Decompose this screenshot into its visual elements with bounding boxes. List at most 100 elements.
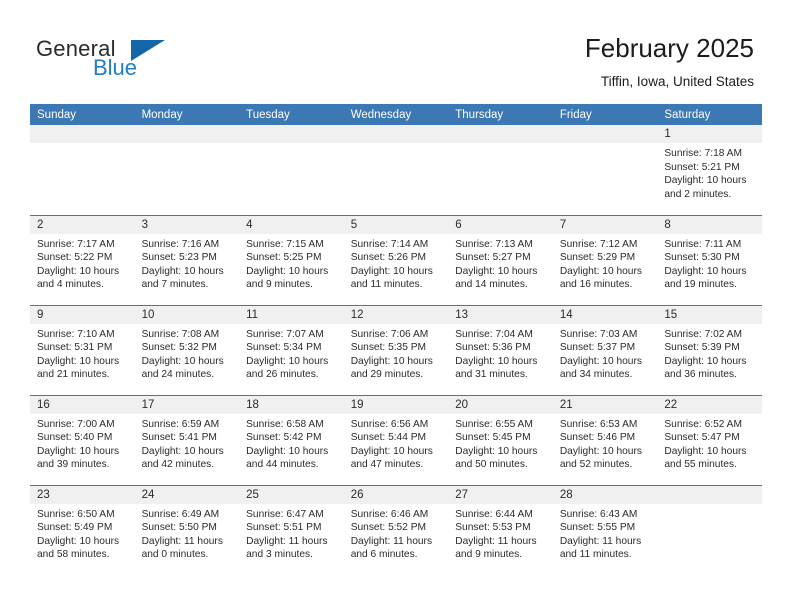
day-number [552, 125, 658, 143]
day-number: 8 [657, 215, 762, 234]
sunset-text: Sunset: 5:45 PM [455, 432, 531, 444]
day-number: 16 [30, 395, 135, 414]
daylight-text-line1: Daylight: 10 hours [455, 265, 538, 277]
day-number: 5 [343, 215, 449, 234]
day-details: Sunrise: 7:07 AM Sunset: 5:34 PM Daylight:… [239, 324, 344, 382]
calendar-day-cell-empty [30, 125, 135, 215]
calendar-week-row: 1 Sunrise: 7:18 AM Sunset: 5:21 PM Daylight… [30, 125, 762, 215]
daylight-text-line2: and 55 minutes. [664, 459, 737, 471]
calendar-day-cell[interactable]: 8 Sunrise: 7:11 AM Sunset: 5:30 PM Daylight… [657, 214, 762, 305]
day-number: 7 [552, 215, 658, 234]
daylight-text-line1: Daylight: 10 hours [664, 445, 747, 457]
calendar-day-cell[interactable]: 1 Sunrise: 7:18 AM Sunset: 5:21 PM Daylight… [657, 125, 762, 215]
calendar-day-cell-empty [657, 484, 762, 575]
sunset-text: Sunset: 5:34 PM [246, 342, 322, 354]
title-block: February 2025 Tiffin, Iowa, United State… [585, 32, 754, 90]
sunset-text: Sunset: 5:26 PM [350, 252, 427, 264]
calendar-day-cell[interactable]: 5 Sunrise: 7:14 AM Sunset: 5:26 PM Daylight… [343, 214, 449, 305]
daylight-text-line2: and 26 minutes. [246, 369, 319, 381]
page-subtitle: Tiffin, Iowa, United States [600, 74, 754, 89]
daylight-text-line2: and 16 minutes. [559, 279, 633, 291]
day-number: 25 [239, 485, 344, 504]
daylight-text-line1: Daylight: 11 hours [559, 535, 642, 547]
daylight-text-line1: Daylight: 10 hours [350, 355, 433, 367]
daylight-text-line2: and 50 minutes. [455, 459, 528, 471]
calendar-day-cell[interactable]: 7 Sunrise: 7:12 AM Sunset: 5:29 PM Daylight… [552, 214, 658, 305]
calendar-day-cell[interactable]: 25 Sunrise: 6:47 AM Sunset: 5:51 PM Dayligh… [239, 484, 344, 575]
day-details: Sunrise: 6:52 AM Sunset: 5:47 PM Daylight:… [657, 414, 762, 472]
daylight-text-line1: Daylight: 10 hours [37, 265, 120, 277]
daylight-text-line2: and 0 minutes. [141, 549, 209, 561]
calendar-day-cell-empty [448, 125, 553, 215]
day-number: 14 [552, 305, 658, 324]
sunset-text: Sunset: 5:37 PM [559, 342, 636, 354]
calendar-day-cell[interactable]: 9 Sunrise: 7:10 AM Sunset: 5:31 PM Daylight… [30, 304, 135, 395]
calendar-day-cell[interactable]: 16 Sunrise: 7:00 AM Sunset: 5:40 PM Dayligh… [30, 394, 135, 485]
calendar-day-cell[interactable]: 19 Sunrise: 6:56 AM Sunset: 5:44 PM Dayligh… [343, 394, 449, 485]
sunrise-text: Sunrise: 7:14 AM [350, 238, 429, 250]
calendar-day-cell[interactable]: 22 Sunrise: 6:52 AM Sunset: 5:47 PM Dayligh… [657, 394, 762, 485]
calendar-page: General Blue February 2025 Tiffin, Iowa,… [0, 0, 792, 612]
day-details: Sunrise: 6:50 AM Sunset: 5:49 PM Daylight:… [30, 504, 135, 562]
daylight-text-line1: Daylight: 10 hours [246, 265, 329, 277]
day-details: Sunrise: 7:15 AM Sunset: 5:25 PM Daylight:… [239, 234, 344, 292]
calendar-day-cell[interactable]: 6 Sunrise: 7:13 AM Sunset: 5:27 PM Daylight… [448, 214, 553, 305]
calendar-day-cell[interactable]: 17 Sunrise: 6:59 AM Sunset: 5:41 PM Dayligh… [134, 394, 240, 485]
calendar-day-cell[interactable]: 26 Sunrise: 6:46 AM Sunset: 5:52 PM Dayligh… [343, 484, 449, 575]
calendar-day-cell[interactable]: 18 Sunrise: 6:58 AM Sunset: 5:42 PM Dayligh… [239, 394, 344, 485]
calendar-day-cell[interactable]: 21 Sunrise: 6:53 AM Sunset: 5:46 PM Dayligh… [552, 394, 658, 485]
day-details: Sunrise: 7:12 AM Sunset: 5:29 PM Daylight:… [553, 234, 658, 292]
sunrise-text: Sunrise: 6:49 AM [141, 508, 220, 520]
sunrise-text: Sunrise: 7:03 AM [559, 328, 638, 340]
calendar-day-cell[interactable]: 27 Sunrise: 6:44 AM Sunset: 5:53 PM Dayligh… [448, 484, 553, 575]
weekday-header-wednesday: Wednesday [350, 108, 412, 121]
weekday-header-sunday: Sunday [37, 108, 77, 121]
daylight-text-line1: Daylight: 10 hours [350, 445, 433, 457]
day-number: 18 [239, 395, 344, 414]
calendar-day-cell[interactable]: 13 Sunrise: 7:04 AM Sunset: 5:36 PM Dayligh… [448, 304, 553, 395]
day-number: 23 [30, 485, 135, 504]
logo-text-blue: Blue [93, 55, 138, 80]
daylight-text-line1: Daylight: 11 hours [350, 535, 433, 547]
daylight-text-line2: and 11 minutes. [350, 279, 423, 291]
day-number: 6 [448, 215, 553, 234]
day-number: 1 [657, 125, 762, 143]
sunset-text: Sunset: 5:40 PM [37, 432, 113, 444]
page-header: General Blue February 2025 Tiffin, Iowa,… [0, 0, 792, 104]
calendar-day-cell[interactable]: 3 Sunrise: 7:16 AM Sunset: 5:23 PM Daylight… [134, 214, 240, 305]
calendar-day-cell[interactable]: 20 Sunrise: 6:55 AM Sunset: 5:45 PM Dayligh… [448, 394, 553, 485]
daylight-text-line1: Daylight: 10 hours [37, 355, 120, 367]
day-details: Sunrise: 7:03 AM Sunset: 5:37 PM Daylight:… [553, 324, 658, 382]
day-details: Sunrise: 7:10 AM Sunset: 5:31 PM Daylight:… [30, 324, 135, 382]
calendar-day-cell[interactable]: 4 Sunrise: 7:15 AM Sunset: 5:25 PM Daylight… [239, 214, 344, 305]
day-number: 15 [657, 305, 762, 324]
calendar-day-cell-empty [552, 125, 658, 215]
calendar-week-row: 9 Sunrise: 7:10 AM Sunset: 5:31 PM Daylight… [30, 304, 762, 395]
calendar-day-cell[interactable]: 24 Sunrise: 6:49 AM Sunset: 5:50 PM Dayligh… [134, 484, 240, 575]
day-number: 19 [343, 395, 449, 414]
day-details: Sunrise: 6:53 AM Sunset: 5:46 PM Daylight:… [553, 414, 658, 472]
calendar-day-cell[interactable]: 11 Sunrise: 7:07 AM Sunset: 5:34 PM Dayligh… [239, 304, 344, 395]
day-number: 4 [239, 215, 344, 234]
calendar-day-cell[interactable]: 12 Sunrise: 7:06 AM Sunset: 5:35 PM Dayligh… [343, 304, 449, 395]
calendar-day-cell[interactable]: 10 Sunrise: 7:08 AM Sunset: 5:32 PM Dayligh… [134, 304, 240, 395]
day-number: 21 [552, 395, 658, 414]
daylight-text-line1: Daylight: 10 hours [141, 445, 224, 457]
calendar-day-cell[interactable]: 23 Sunrise: 6:50 AM Sunset: 5:49 PM Dayligh… [30, 484, 135, 575]
calendar-day-cell[interactable]: 2 Sunrise: 7:17 AM Sunset: 5:22 PM Daylight… [30, 214, 135, 305]
sunset-text: Sunset: 5:55 PM [559, 522, 636, 534]
calendar-day-cell[interactable]: 14 Sunrise: 7:03 AM Sunset: 5:37 PM Dayligh… [552, 304, 658, 395]
sunset-text: Sunset: 5:31 PM [37, 342, 113, 354]
daylight-text-line2: and 9 minutes. [455, 549, 523, 561]
sunset-text: Sunset: 5:46 PM [559, 432, 636, 444]
sunset-text: Sunset: 5:35 PM [350, 342, 427, 354]
sunrise-text: Sunrise: 7:06 AM [350, 328, 429, 340]
sunrise-text: Sunrise: 6:59 AM [141, 418, 220, 430]
day-number: 3 [134, 215, 240, 234]
day-details: Sunrise: 6:58 AM Sunset: 5:42 PM Daylight:… [239, 414, 344, 472]
weekday-header-friday: Friday [559, 108, 592, 121]
calendar-day-cell[interactable]: 28 Sunrise: 6:43 AM Sunset: 5:55 PM Dayligh… [552, 484, 658, 575]
general-blue-logo[interactable]: General Blue [36, 38, 256, 88]
calendar-day-cell[interactable]: 15 Sunrise: 7:02 AM Sunset: 5:39 PM Dayligh… [657, 304, 762, 395]
daylight-text-line2: and 4 minutes. [37, 279, 104, 291]
